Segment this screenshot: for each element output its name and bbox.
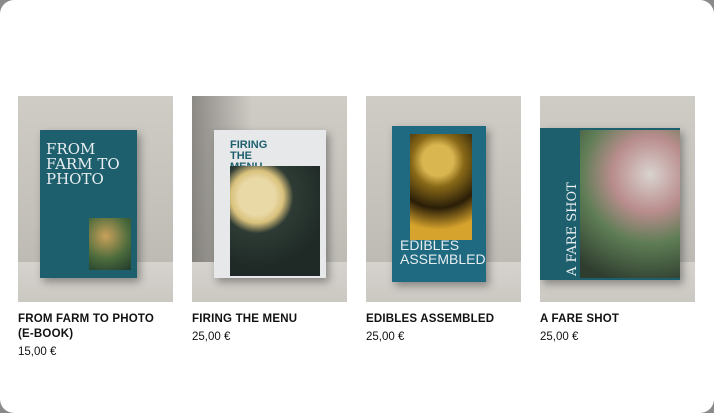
book-cover: FROM FARM TO PHOTO	[40, 130, 137, 278]
product-card-a-fare-shot[interactable]: A FARE SHOT A FARE SHOT 25,00 €	[540, 96, 695, 343]
product-image[interactable]: FROM FARM TO PHOTO	[18, 96, 173, 302]
book-cover: A FARE SHOT	[540, 128, 680, 280]
product-image[interactable]: EDIBLES ASSEMBLED	[366, 96, 521, 302]
product-title[interactable]: FIRING THE MENU	[192, 312, 347, 327]
product-title[interactable]: FROM FARM TO PHOTO (E-BOOK)	[18, 312, 173, 342]
book-cover: FIRING THE MENU	[214, 130, 326, 278]
cover-photo	[410, 134, 472, 240]
product-card-farm-to-photo[interactable]: FROM FARM TO PHOTO FROM FARM TO PHOTO (E…	[18, 96, 173, 358]
cover-title: FROM FARM TO PHOTO	[46, 140, 120, 188]
product-card-firing-the-menu[interactable]: FIRING THE MENU FIRING THE MENU 25,00 €	[192, 96, 347, 343]
cover-photo	[580, 130, 680, 278]
book-cover: EDIBLES ASSEMBLED	[392, 126, 486, 282]
product-price: 25,00 €	[366, 331, 405, 343]
cover-photo	[89, 218, 131, 270]
cover-photo	[230, 166, 320, 276]
product-image[interactable]: A FARE SHOT	[540, 96, 695, 302]
product-grid-card: FROM FARM TO PHOTO FROM FARM TO PHOTO (E…	[0, 0, 714, 413]
product-price: 15,00 €	[18, 346, 57, 358]
cover-title: EDIBLES ASSEMBLED	[400, 237, 486, 267]
product-image[interactable]: FIRING THE MENU	[192, 96, 347, 302]
product-price: 25,00 €	[192, 331, 231, 343]
product-title[interactable]: A FARE SHOT	[540, 312, 695, 327]
product-price: 25,00 €	[540, 331, 579, 343]
product-title[interactable]: EDIBLES ASSEMBLED	[366, 312, 521, 327]
product-card-edibles-assembled[interactable]: EDIBLES ASSEMBLED EDIBLES ASSEMBLED 25,0…	[366, 96, 521, 343]
cover-title: A FARE SHOT	[565, 182, 580, 276]
